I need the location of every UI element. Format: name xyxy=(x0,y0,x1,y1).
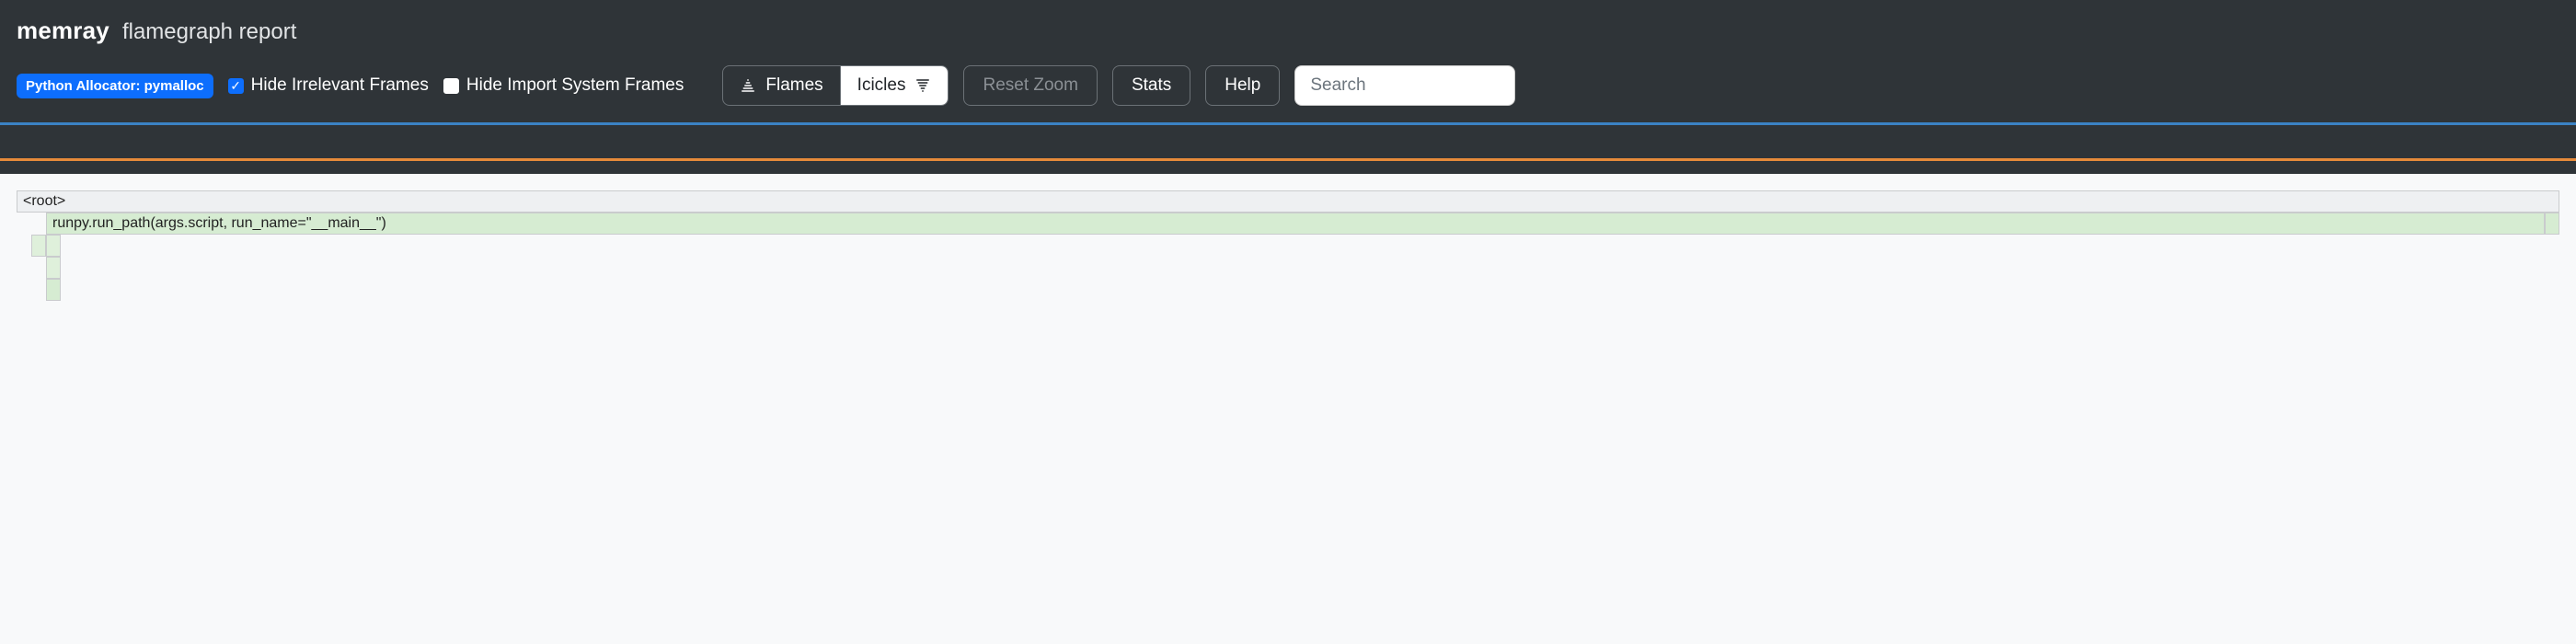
flame-indent xyxy=(17,279,46,301)
flame-frame-tiny[interactable] xyxy=(46,257,61,279)
icicles-label: Icicles xyxy=(857,75,906,96)
flames-icon xyxy=(740,77,756,94)
brand-title: memray xyxy=(17,17,109,45)
checkbox-checked-icon: ✓ xyxy=(228,78,244,94)
flame-indent xyxy=(17,235,31,257)
hide-import-label: Hide Import System Frames xyxy=(466,75,684,96)
stats-button[interactable]: Stats xyxy=(1112,65,1190,106)
flames-toggle[interactable]: Flames xyxy=(723,66,839,105)
header-gap xyxy=(0,161,2576,174)
flames-label: Flames xyxy=(765,75,822,96)
hide-irrelevant-checkbox[interactable]: ✓ Hide Irrelevant Frames xyxy=(228,75,429,96)
view-toggle-group: Flames Icicles xyxy=(722,65,949,106)
allocator-badge: Python Allocator: pymalloc xyxy=(17,74,213,98)
search-input[interactable] xyxy=(1294,65,1515,106)
flame-frame-root[interactable]: <root> xyxy=(17,190,2559,213)
icicles-toggle[interactable]: Icicles xyxy=(840,66,949,105)
checkbox-unchecked-icon xyxy=(443,78,459,94)
hide-import-checkbox[interactable]: Hide Import System Frames xyxy=(443,75,684,96)
toolbar: Python Allocator: pymalloc ✓ Hide Irrele… xyxy=(17,65,2559,122)
flame-frame[interactable]: runpy.run_path(args.script, run_name="__… xyxy=(46,213,2545,235)
flamegraph: <root> runpy.run_path(args.script, run_n… xyxy=(0,174,2576,317)
header-substrip xyxy=(0,125,2576,158)
flame-indent xyxy=(17,257,46,279)
flame-indent xyxy=(17,213,46,235)
reset-zoom-button[interactable]: Reset Zoom xyxy=(963,65,1097,106)
help-button[interactable]: Help xyxy=(1205,65,1280,106)
page-subtitle: flamegraph report xyxy=(122,19,296,45)
icicles-icon xyxy=(914,77,931,94)
flame-frame-tiny[interactable] xyxy=(2545,213,2559,235)
flame-frame-tiny[interactable] xyxy=(46,279,61,301)
flame-frame-tiny[interactable] xyxy=(31,235,46,257)
hide-irrelevant-label: Hide Irrelevant Frames xyxy=(251,75,429,96)
flame-frame-tiny[interactable] xyxy=(46,235,61,257)
